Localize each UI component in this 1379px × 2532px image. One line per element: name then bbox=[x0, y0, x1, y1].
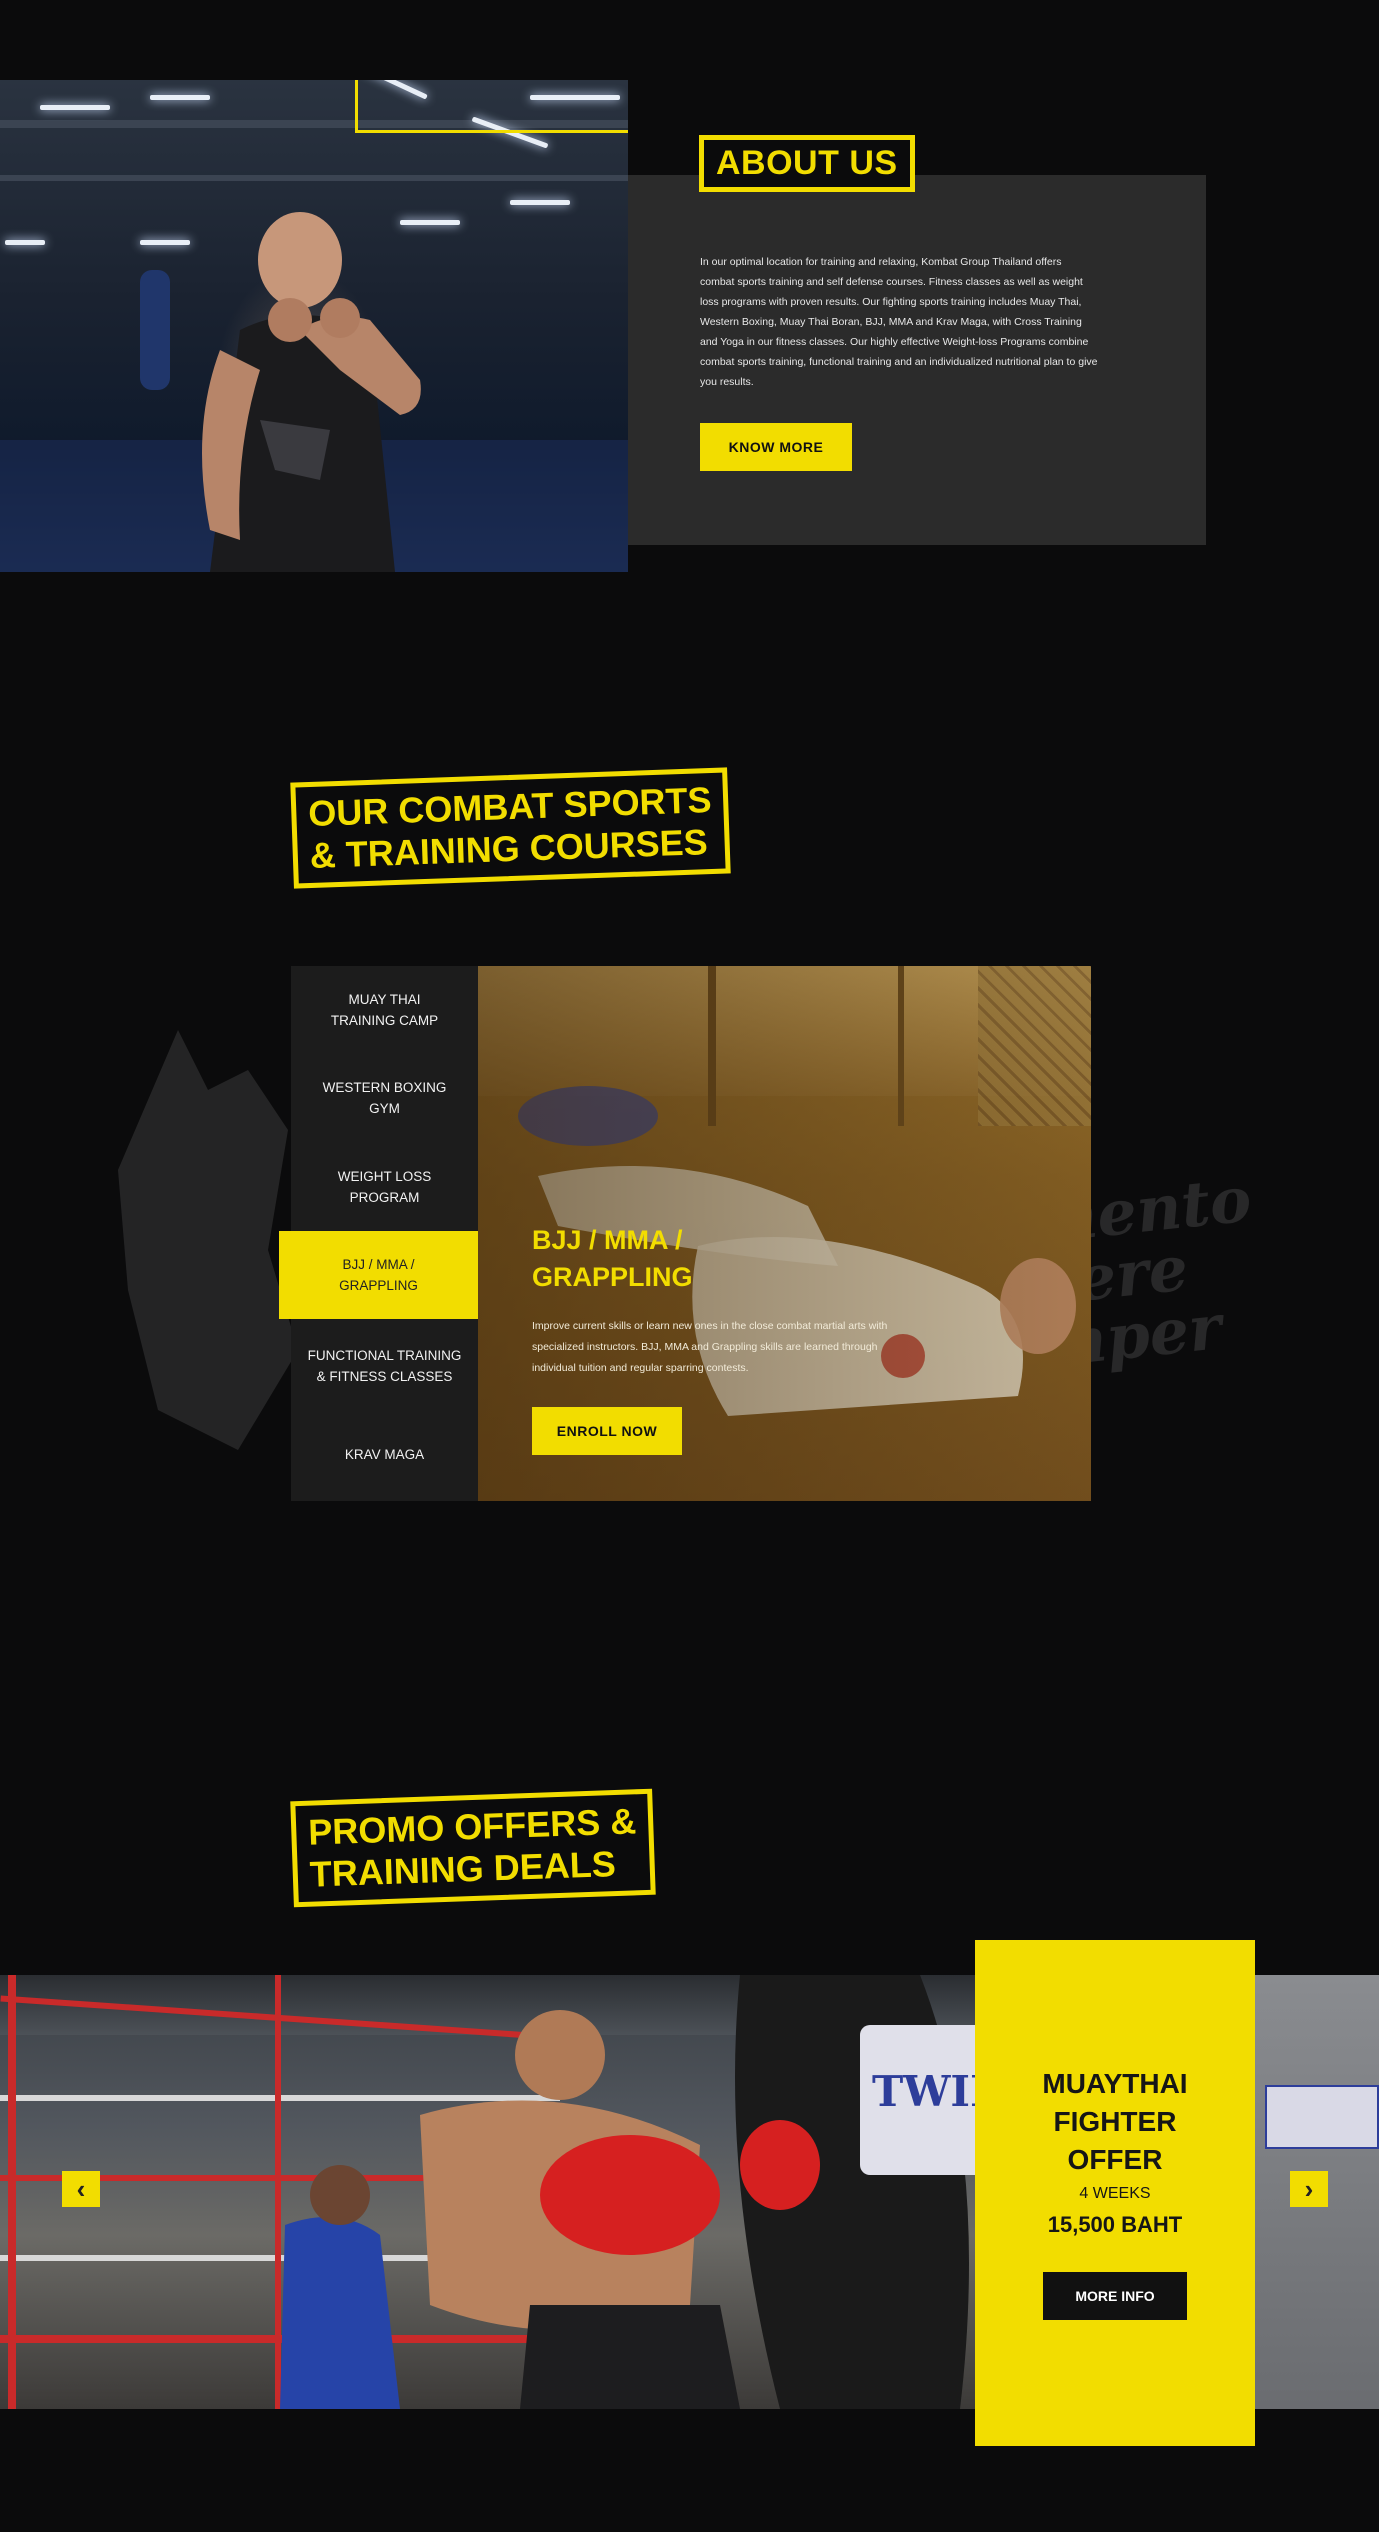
promo-title-line2: FIGHTER bbox=[1053, 2106, 1177, 2137]
enroll-now-button[interactable]: ENROLL NOW bbox=[532, 1407, 682, 1455]
course-item-weight-loss[interactable]: WEIGHT LOSS PROGRAM bbox=[291, 1143, 478, 1231]
course-item-functional-training[interactable]: FUNCTIONAL TRAINING & FITNESS CLASSES bbox=[291, 1322, 478, 1410]
course-item-label: WEIGHT LOSS bbox=[337, 1169, 432, 1184]
course-item-label: GRAPPLING bbox=[339, 1278, 418, 1293]
course-item-label: & FITNESS CLASSES bbox=[316, 1369, 453, 1384]
slider-prev-arrow-icon[interactable]: ‹ bbox=[62, 2171, 100, 2207]
course-item-label: KRAV MAGA bbox=[344, 1446, 425, 1462]
course-item-western-boxing[interactable]: WESTERN BOXING GYM bbox=[291, 1054, 478, 1142]
about-heading: ABOUT US bbox=[699, 135, 915, 192]
course-item-label: MUAY THAI bbox=[348, 992, 421, 1007]
course-item-label: FUNCTIONAL TRAINING bbox=[307, 1348, 462, 1363]
fighter-figure bbox=[202, 212, 421, 572]
course-title: BJJ / MMA / GRAPPLING bbox=[532, 1222, 762, 1296]
know-more-button[interactable]: KNOW MORE bbox=[700, 423, 852, 471]
promo-title: MUAYTHAI FIGHTER OFFER bbox=[975, 2065, 1255, 2179]
course-item-krav-maga[interactable]: KRAV MAGA bbox=[291, 1410, 478, 1498]
promo-card: MUAYTHAI FIGHTER OFFER 4 WEEKS 15,500 BA… bbox=[975, 1940, 1255, 2446]
course-item-label: WESTERN BOXING bbox=[322, 1080, 447, 1095]
promo-duration: 4 WEEKS bbox=[1079, 2185, 1151, 2202]
course-title-line1: BJJ / MMA / bbox=[532, 1225, 683, 1255]
course-description: Improve current skills or learn new ones… bbox=[532, 1320, 888, 1374]
course-item-label: GYM bbox=[369, 1101, 400, 1116]
about-photo bbox=[0, 80, 628, 572]
course-title-line2: GRAPPLING bbox=[532, 1262, 693, 1292]
course-item-bjj-mma[interactable]: BJJ / MMA / GRAPPLING bbox=[279, 1231, 478, 1319]
course-item-label: BJJ / MMA / bbox=[342, 1257, 415, 1272]
courses-heading: OUR COMBAT SPORTS & TRAINING COURSES bbox=[290, 767, 732, 889]
promo-heading: PROMO OFFERS & TRAINING DEALS bbox=[290, 1788, 656, 1908]
about-text: In our optimal location for training and… bbox=[700, 256, 1098, 388]
promo-title-line1: MUAYTHAI bbox=[1042, 2068, 1188, 2099]
course-item-muay-thai[interactable]: MUAY THAI TRAINING CAMP bbox=[291, 966, 478, 1054]
course-item-label: PROGRAM bbox=[349, 1190, 420, 1205]
course-item-label: TRAINING CAMP bbox=[330, 1013, 439, 1028]
promo-price: 15,500 BAHT bbox=[1047, 2212, 1183, 2237]
more-info-button[interactable]: MORE INFO bbox=[1043, 2272, 1187, 2320]
course-nav: MUAY THAI TRAINING CAMP WESTERN BOXING GYM… bbox=[279, 966, 478, 1501]
promo-title-line3: OFFER bbox=[1067, 2144, 1163, 2175]
slider-next-arrow-icon[interactable]: › bbox=[1290, 2171, 1328, 2207]
